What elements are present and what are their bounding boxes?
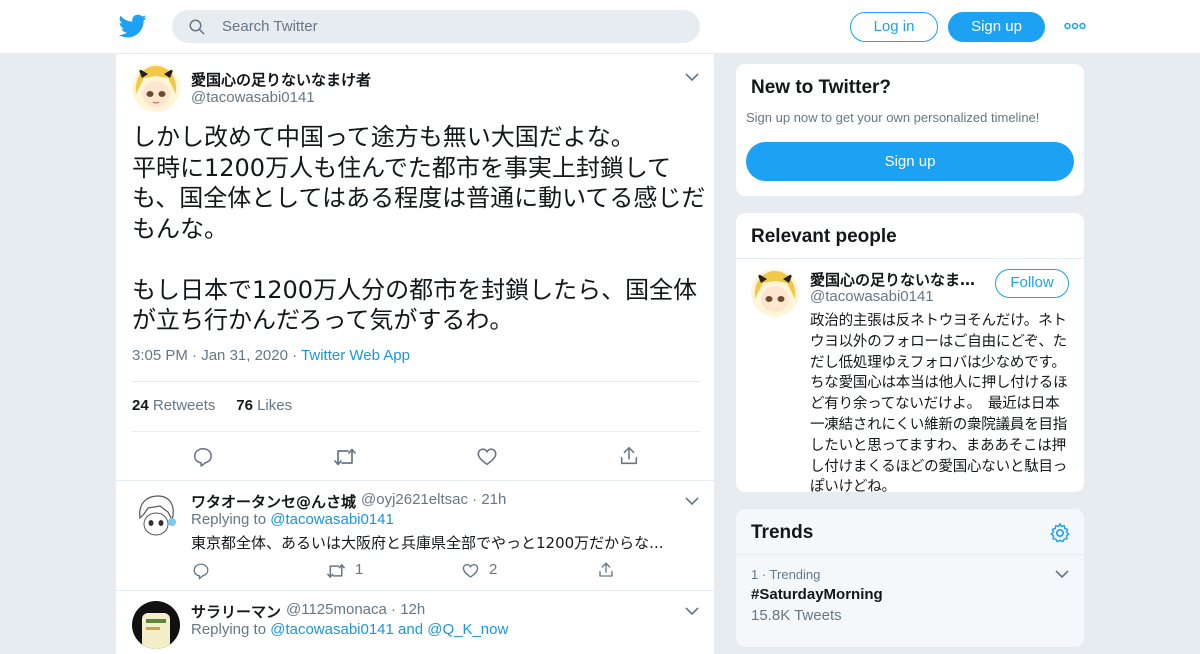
meta-separator: · [472, 491, 478, 508]
chevron-down-icon[interactable] [685, 606, 699, 616]
retweets-count: 24 [132, 397, 149, 414]
retweets-label: Retweets [152, 397, 216, 414]
main-timeline: 愛国心の足りないなまけ者 @tacowasabi0141 しかし改めて中国って途… [115, 54, 716, 654]
trends-title: Trends [751, 522, 814, 543]
like-icon[interactable] [461, 562, 480, 580]
divider [116, 480, 716, 481]
search-box[interactable] [172, 10, 700, 43]
person-name[interactable]: 愛国心の足りないなま… [810, 269, 980, 290]
retweet-icon[interactable] [326, 562, 346, 580]
chevron-down-icon[interactable] [1055, 569, 1069, 579]
search-input[interactable] [222, 10, 682, 43]
reply-author-handle[interactable]: @oyj2621eltsac [361, 491, 468, 508]
follow-button[interactable]: Follow [995, 269, 1069, 298]
meta-separator: · [391, 601, 397, 618]
tweet-source-link[interactable]: Twitter Web App [301, 347, 410, 364]
divider [736, 554, 1084, 555]
twitter-bird-icon[interactable] [119, 12, 147, 40]
like-icon[interactable] [476, 446, 498, 468]
signup-button[interactable]: Sign up [948, 12, 1045, 42]
top-bar: Log in Sign up [0, 0, 1200, 54]
trend-rank: 1 · Trending [751, 567, 821, 582]
tweet-time[interactable]: 3:05 PM [132, 347, 188, 364]
reply-retweet-count: 1 [355, 561, 364, 578]
tweet-meta: 3:05 PM · Jan 31, 2020 · Twitter Web App [132, 347, 410, 364]
avatar[interactable] [132, 64, 180, 112]
avatar-image [751, 269, 799, 317]
tweet-stats: 24 Retweets 76 Likes [132, 397, 292, 414]
retweet-icon[interactable] [333, 446, 357, 468]
gear-icon[interactable] [1049, 522, 1071, 544]
likes-label: Likes [257, 397, 293, 414]
reply-icon[interactable] [192, 446, 214, 468]
likes-count: 76 [236, 397, 253, 414]
relevant-people-card: Relevant people 愛国心の足りないなま… @tacowasabi0… [735, 212, 1085, 493]
reply-text: 東京都全体、あるいは大阪府と兵庫県全部でやっと1200万だからな... [191, 534, 664, 552]
avatar[interactable] [132, 601, 180, 649]
chevron-down-icon[interactable] [685, 72, 699, 82]
new-to-twitter-card: New to Twitter? Sign up now to get your … [735, 63, 1085, 197]
search-icon [189, 19, 205, 35]
reply-age[interactable]: 12h [400, 601, 425, 618]
divider [131, 431, 701, 432]
divider [116, 590, 716, 591]
avatar[interactable] [751, 269, 799, 317]
relevant-people-title: Relevant people [751, 226, 897, 247]
reply-icon[interactable] [192, 562, 210, 580]
tweet-author-handle[interactable]: @tacowasabi0141 [191, 89, 315, 106]
new-to-twitter-subtitle: Sign up now to get your own personalized… [746, 110, 1040, 125]
trend-tweet-count: 15.8K Tweets [751, 607, 842, 624]
person-handle[interactable]: @tacowasabi0141 [810, 288, 934, 305]
new-to-twitter-title: New to Twitter? [751, 77, 892, 98]
share-icon[interactable] [597, 561, 615, 579]
reply-meta: @oyj2621eltsac · 21h [361, 491, 506, 508]
replying-prefix: Replying to [191, 511, 267, 528]
likes-stat[interactable]: 76 Likes [236, 397, 292, 414]
login-button[interactable]: Log in [850, 12, 938, 42]
tweet-author-name[interactable]: 愛国心の足りないなまけ者 [191, 69, 371, 90]
avatar-image [132, 64, 180, 112]
more-dots-icon[interactable] [1064, 18, 1086, 34]
sidebar-signup-button[interactable]: Sign up [746, 142, 1074, 181]
trends-card: Trends 1 · Trending #SaturdayMorning 15.… [735, 508, 1085, 648]
tweet-date[interactable]: Jan 31, 2020 [201, 347, 288, 364]
chevron-down-icon[interactable] [685, 496, 699, 506]
avatar-image [132, 492, 180, 540]
replying-to: Replying to @tacowasabi0141 [191, 511, 394, 528]
reply-meta: @1125monaca · 12h [286, 601, 425, 618]
retweets-stat[interactable]: 24 Retweets [132, 397, 215, 414]
meta-separator: · [292, 347, 298, 364]
reply-author-name[interactable]: サラリーマン [191, 601, 281, 622]
reply-like-count: 2 [489, 561, 498, 578]
avatar[interactable] [132, 492, 180, 540]
tweet-text: しかし改めて中国って途方も無い大国だよな。 平時に1200万人も住んでた都市を事… [132, 123, 706, 334]
reply-author-name[interactable]: ワタオータンセ@んさ城 [191, 491, 356, 512]
reply-age[interactable]: 21h [481, 491, 506, 508]
person-bio: 政治的主張は反ネトウヨそんだけ。ネトウヨ以外のフォローはご自由にどぞ、ただし低処… [810, 313, 1073, 493]
divider [131, 381, 701, 382]
share-icon[interactable] [618, 445, 640, 467]
replying-to-link[interactable]: @tacowasabi0141 [270, 511, 394, 528]
avatar-image [132, 601, 180, 649]
meta-separator: · [192, 347, 198, 364]
reply-author-handle[interactable]: @1125monaca [286, 601, 387, 618]
divider [736, 258, 1084, 259]
trend-name[interactable]: #SaturdayMorning [751, 586, 883, 603]
